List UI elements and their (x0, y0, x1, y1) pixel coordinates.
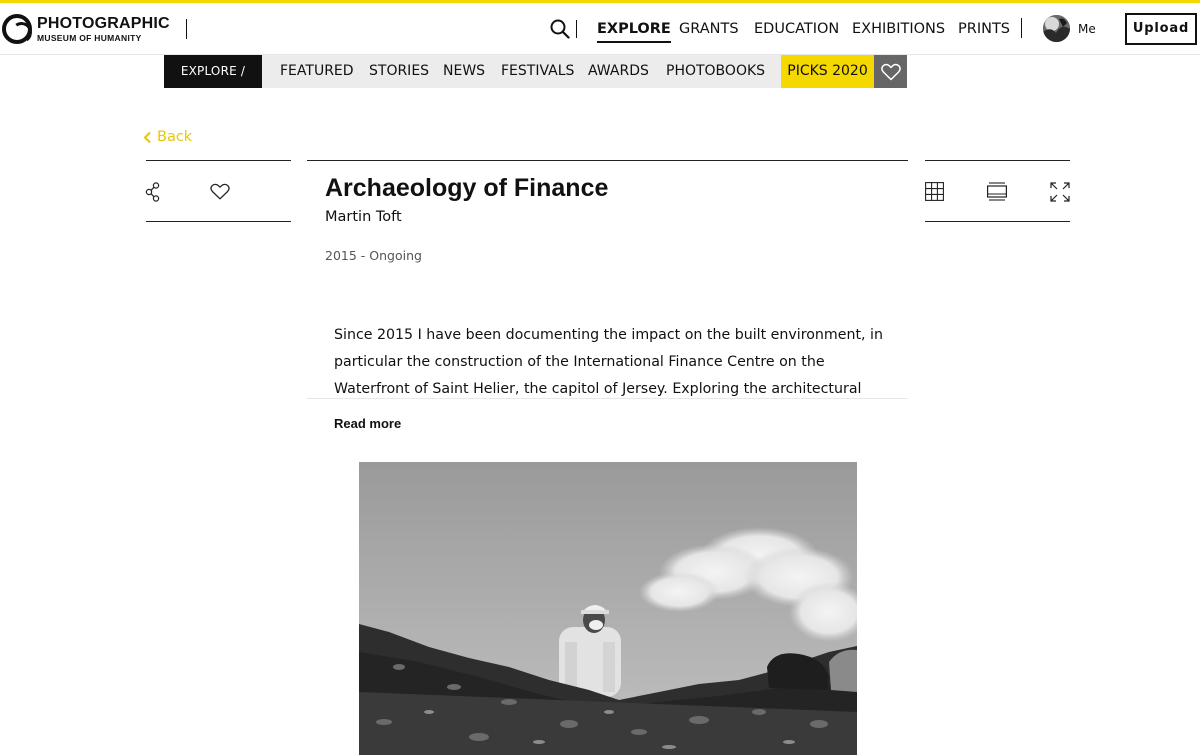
explore-subnav: EXPLORE / FEATURED STORIES NEWS FESTIVAL… (164, 55, 907, 88)
subnav-explore-root[interactable]: EXPLORE / (164, 55, 262, 88)
project-description: Since 2015 I have been documenting the i… (334, 327, 883, 397)
subnav-picks-2020[interactable]: PICKS 2020 (781, 55, 874, 88)
upload-button[interactable]: Upload (1125, 13, 1197, 45)
project-title: Archaeology of Finance (325, 174, 609, 202)
fullscreen-icon[interactable] (1050, 182, 1070, 202)
share-icon[interactable] (145, 182, 161, 202)
subnav-photobooks[interactable]: PHOTOBOOKS (666, 55, 765, 88)
nav-education[interactable]: EDUCATION (754, 3, 839, 55)
description-fade-divider (307, 398, 908, 399)
left-toolbar-top-rule (146, 160, 291, 161)
back-label: Back (157, 129, 193, 145)
grid-view-icon[interactable] (925, 182, 944, 201)
right-toolbar-bottom-rule (925, 221, 1070, 222)
nav-divider (1021, 18, 1022, 38)
avatar[interactable] (1043, 15, 1070, 42)
right-toolbar-top-rule (925, 160, 1070, 161)
subnav-festivals[interactable]: FESTIVALS (501, 55, 574, 88)
favorites-button[interactable] (874, 55, 907, 88)
slideshow-view-icon[interactable] (987, 182, 1007, 201)
subnav-awards[interactable]: AWARDS (588, 55, 649, 88)
heart-icon (880, 63, 901, 80)
nav-explore[interactable]: EXPLORE (597, 3, 671, 55)
chevron-left-icon (143, 131, 151, 143)
subnav-stories[interactable]: STORIES (369, 55, 429, 88)
content-top-rule (307, 160, 908, 161)
subnav-news[interactable]: NEWS (443, 55, 485, 88)
back-link[interactable]: Back (143, 126, 192, 148)
logo-divider (185, 19, 187, 39)
site-logo[interactable]: PHOTOGRAPHIC MUSEUM OF HUMANITY (2, 13, 187, 45)
search-divider (576, 20, 577, 38)
subnav-featured[interactable]: FEATURED (280, 55, 354, 88)
project-author[interactable]: Martin Toft (325, 209, 402, 225)
search-icon[interactable] (550, 19, 570, 39)
logo-line-2: MUSEUM OF HUMANITY (37, 32, 142, 43)
logo-text: PHOTOGRAPHIC MUSEUM OF HUMANITY (37, 14, 170, 43)
logo-line-1: PHOTOGRAPHIC (37, 14, 170, 32)
logo-mark-icon (2, 14, 32, 44)
project-dates: 2015 - Ongoing (325, 248, 422, 263)
user-menu-label[interactable]: Me (1078, 3, 1096, 55)
left-toolbar-bottom-rule (146, 221, 291, 222)
site-header: PHOTOGRAPHIC MUSEUM OF HUMANITY EXPLORE … (0, 3, 1200, 55)
nav-exhibitions[interactable]: EXHIBITIONS (852, 3, 945, 55)
project-photo[interactable] (359, 462, 857, 755)
read-more-link[interactable]: Read more (334, 416, 401, 431)
heart-icon[interactable] (210, 183, 230, 200)
nav-grants[interactable]: GRANTS (679, 3, 739, 55)
nav-prints[interactable]: PRINTS (958, 3, 1010, 55)
